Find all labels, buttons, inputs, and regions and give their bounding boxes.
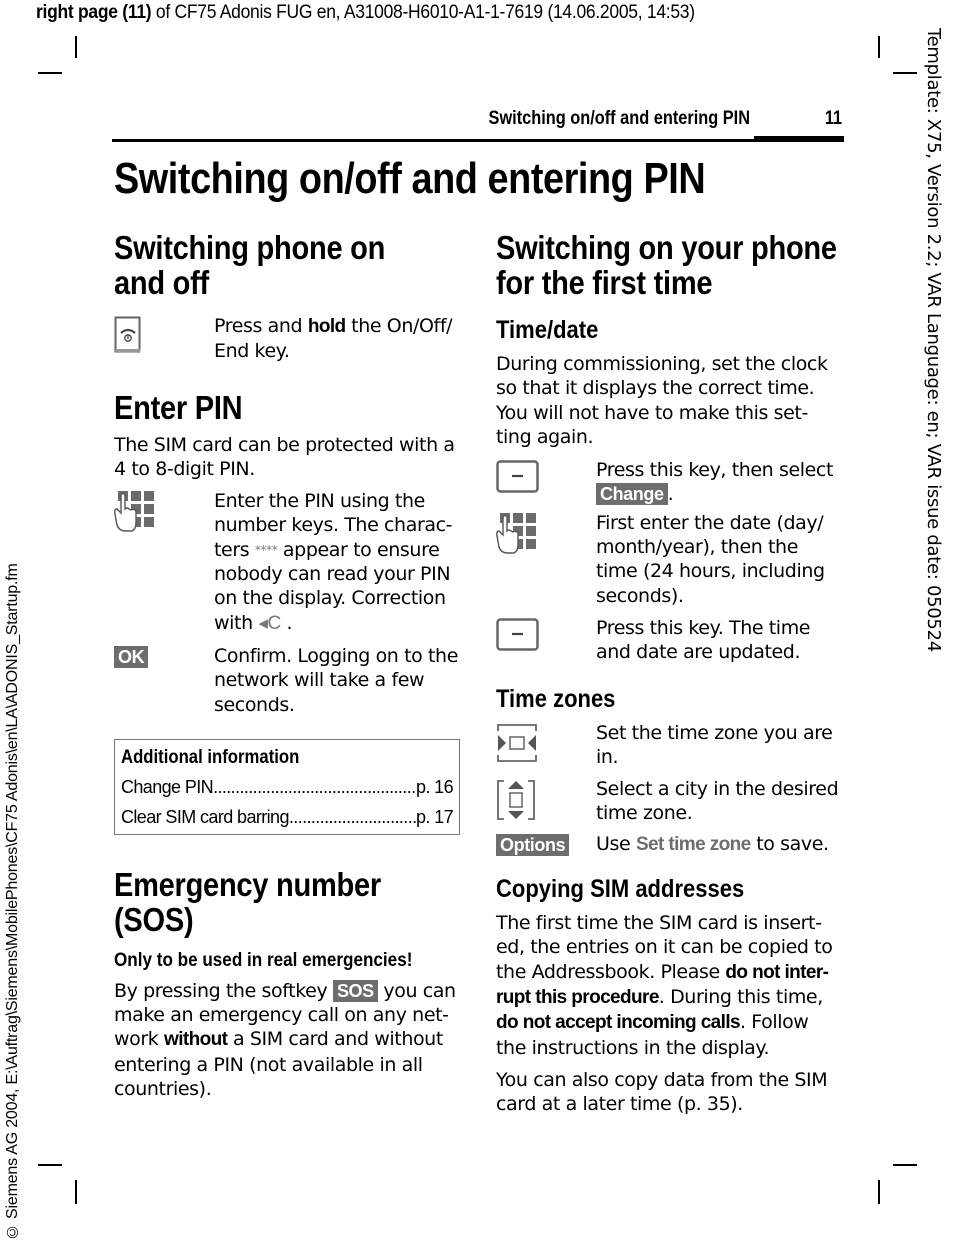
heading-switching-on-off: Switching phone on and off bbox=[114, 229, 386, 301]
sos-softkey: SOS bbox=[332, 979, 378, 1002]
step-confirm: OK Confirm. Logging on to the network wi… bbox=[114, 644, 460, 717]
crop-mark bbox=[893, 1164, 917, 1166]
running-head: Switching on/off and entering PIN 11 bbox=[112, 104, 844, 142]
copying-text: The first time the SIM card is insert- e… bbox=[496, 912, 833, 1059]
nav-up-down-icon bbox=[497, 780, 535, 821]
additional-info-heading: Additional information bbox=[121, 746, 300, 768]
menu-item-set-time-zone: Set time zone bbox=[635, 833, 751, 855]
step-enter-date-time: First enter the date (day/ month/year), … bbox=[496, 511, 842, 608]
page-number: 11 bbox=[824, 108, 842, 129]
additional-info-box: Additional information Change PINp. 16 C… bbox=[114, 738, 460, 835]
print-header: right page (11) of CF75 Adonis FUG en, A… bbox=[36, 2, 695, 24]
pin-mask: **** bbox=[254, 542, 278, 557]
step-on-off: Press and hold the On/Off/ End key. bbox=[114, 314, 460, 364]
heading-enter-pin: Enter PIN bbox=[114, 388, 243, 426]
header-tab bbox=[754, 136, 844, 142]
header-rule bbox=[112, 139, 844, 142]
softkey-button-icon bbox=[496, 618, 539, 651]
left-column: Switching phone on and off Press and hol… bbox=[114, 230, 460, 1101]
info-link-clear-sim-barring[interactable]: Clear SIM card barring p. 17 bbox=[121, 802, 454, 832]
info-link-change-pin[interactable]: Change PINp. 16 bbox=[121, 772, 454, 802]
heading-time-date: Time/date bbox=[496, 316, 599, 344]
keypad-icon bbox=[496, 512, 536, 554]
template-info: Template: X75, Version 2.2; VAR Language… bbox=[923, 28, 944, 652]
crop-mark bbox=[75, 1180, 77, 1204]
keypad-icon bbox=[114, 491, 154, 532]
on-off-end-key-icon bbox=[114, 316, 141, 353]
change-softkey: Change bbox=[596, 483, 668, 506]
crop-mark bbox=[38, 1164, 62, 1166]
step-enter-pin: Enter the PIN using the number keys. The… bbox=[114, 489, 460, 636]
crop-mark bbox=[878, 1180, 880, 1204]
clear-key-icon: ◂C bbox=[258, 612, 281, 634]
running-head-title: Switching on/off and entering PIN bbox=[488, 108, 750, 129]
heading-copying-sim: Copying SIM addresses bbox=[496, 875, 745, 904]
step-set-time-zone: Set the time zone you are in. bbox=[496, 721, 842, 770]
emergency-text: By pressing the softkey SOS you can make… bbox=[114, 979, 456, 1101]
enter-pin-intro: The SIM card can be protected with a 4 t… bbox=[114, 433, 455, 480]
page-title: Switching on/off and entering PIN bbox=[114, 154, 706, 203]
nav-left-right-icon bbox=[497, 723, 537, 762]
step-save-time-zone: Options Use Set time zone to save. bbox=[496, 832, 842, 857]
ok-softkey: OK bbox=[114, 645, 149, 668]
print-header-page: right page (11) bbox=[36, 2, 152, 23]
time-date-intro: During commissioning, set the clock so t… bbox=[496, 353, 828, 448]
crop-mark bbox=[893, 72, 917, 74]
emergency-warning: Only to be used in real emergencies! bbox=[114, 949, 413, 971]
print-header-info: of CF75 Adonis FUG en, A31008-H6010-A1-1… bbox=[151, 2, 695, 23]
crop-mark bbox=[75, 36, 77, 58]
copying-later-text: You can also copy data from the SIM card… bbox=[496, 1068, 828, 1116]
heading-first-time: Switching on your phone for the first ti… bbox=[496, 229, 837, 301]
crop-mark bbox=[878, 36, 880, 58]
step-press-key-update: Press this key. The time and date are up… bbox=[496, 616, 842, 665]
crop-mark bbox=[38, 72, 62, 74]
file-path-info: © Siemens AG 2004, E:\Auftrag\Siemens\Mo… bbox=[4, 563, 21, 1240]
heading-emergency: Emergency number (SOS) bbox=[114, 865, 381, 938]
softkey-button-icon bbox=[496, 460, 539, 493]
step-press-key-change: Press this key, then select Change. bbox=[496, 458, 842, 507]
options-softkey: Options bbox=[496, 833, 570, 856]
right-column: Switching on your phone for the first ti… bbox=[496, 230, 842, 1116]
step-select-city: Select a city in the desired time zone. bbox=[496, 777, 842, 826]
heading-time-zones: Time zones bbox=[496, 684, 616, 713]
